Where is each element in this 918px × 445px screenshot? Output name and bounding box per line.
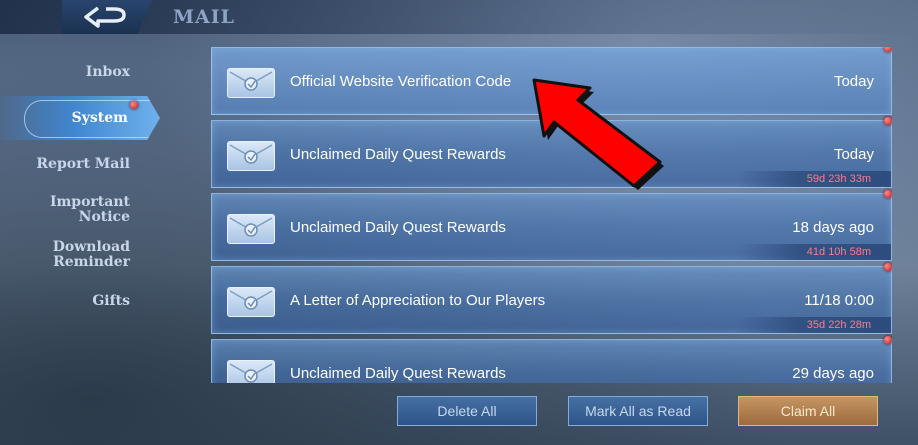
unread-dot: [884, 336, 892, 344]
delete-all-button[interactable]: Delete All: [397, 396, 537, 426]
unread-dot: [884, 117, 892, 125]
envelope-icon: [227, 141, 275, 171]
mark-all-read-button[interactable]: Mark All as Read: [568, 396, 708, 426]
mail-subject: Unclaimed Daily Quest Rewards: [290, 146, 506, 163]
mail-subject: Unclaimed Daily Quest Rewards: [290, 219, 506, 236]
mail-date: 11/18 0:00: [804, 292, 874, 309]
sidebar-item-gifts[interactable]: Gifts: [0, 294, 130, 309]
mail-item[interactable]: Unclaimed Daily Quest Rewards 29 days ag…: [211, 336, 892, 383]
mail-date: 18 days ago: [792, 219, 874, 236]
envelope-icon: [227, 68, 275, 98]
unread-dot: [884, 190, 892, 198]
red-arrow-icon: [532, 78, 664, 190]
expiry-timer: 35d 22h 28m: [736, 317, 891, 333]
sidebar-item-label: System: [71, 110, 128, 126]
envelope-icon: [227, 360, 275, 383]
sidebar-item-download-reminder[interactable]: Download Reminder: [0, 240, 130, 270]
mail-subject: Official Website Verification Code: [290, 73, 512, 90]
envelope-icon: [227, 287, 275, 317]
mail-date: 29 days ago: [792, 365, 874, 382]
notification-dot: [130, 101, 138, 109]
unread-dot: [884, 263, 892, 271]
mail-item[interactable]: A Letter of Appreciation to Our Players …: [211, 263, 892, 334]
sidebar-item-important-notice[interactable]: Important Notice: [0, 195, 130, 225]
expiry-timer: 59d 23h 33m: [736, 171, 891, 187]
sidebar-item-inbox[interactable]: Inbox: [0, 65, 130, 80]
sidebar-item-report-mail[interactable]: Report Mail: [0, 157, 130, 172]
page-title: MAIL: [173, 6, 236, 28]
unread-dot: [884, 47, 892, 52]
back-button[interactable]: [62, 0, 152, 34]
mail-subject: Unclaimed Daily Quest Rewards: [290, 365, 506, 382]
mail-date: Today: [833, 146, 874, 163]
mail-date: Today: [833, 73, 874, 90]
mail-subject: A Letter of Appreciation to Our Players: [290, 292, 546, 309]
claim-all-button[interactable]: Claim All: [738, 396, 878, 426]
envelope-icon: [227, 214, 275, 244]
mail-item[interactable]: Unclaimed Daily Quest Rewards 18 days ag…: [211, 190, 892, 261]
back-arrow-icon: [84, 6, 126, 28]
expiry-timer: 41d 10h 58m: [736, 244, 891, 260]
